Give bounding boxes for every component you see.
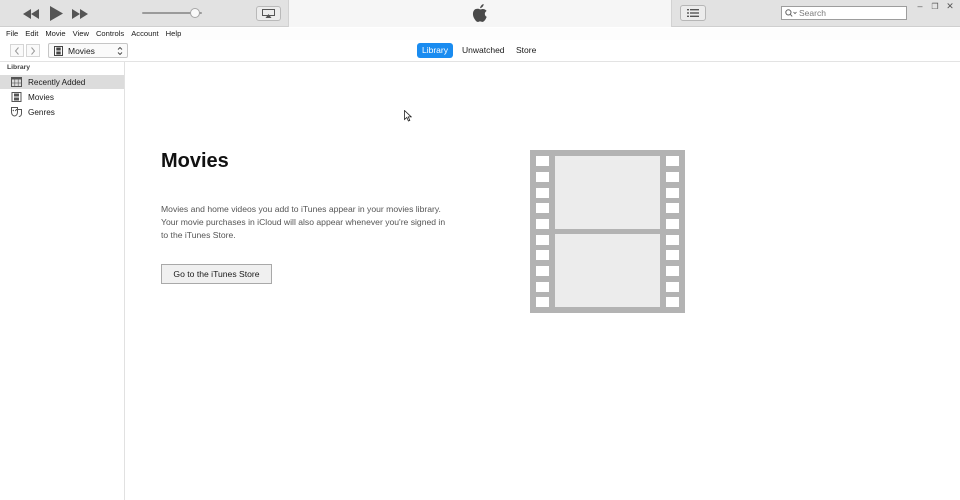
- menu-edit[interactable]: Edit: [25, 28, 38, 40]
- volume-slider-knob[interactable]: [189, 8, 200, 18]
- apple-logo-icon: [472, 4, 487, 22]
- sidebar-item-label: Genres: [28, 107, 55, 117]
- media-kind-label: Movies: [68, 45, 95, 56]
- go-to-itunes-store-button[interactable]: Go to the iTunes Store: [161, 264, 272, 284]
- close-icon: ✕: [946, 0, 954, 11]
- minimize-icon: –: [917, 1, 923, 11]
- menu-view[interactable]: View: [73, 28, 89, 40]
- rewind-icon: [23, 8, 39, 19]
- fast-forward-icon: [72, 8, 88, 19]
- sidebar-item-recently-added[interactable]: Recently Added: [0, 75, 124, 89]
- play-icon: [49, 6, 63, 21]
- play-button[interactable]: [48, 5, 64, 22]
- tab-store[interactable]: Store: [511, 43, 541, 58]
- sidebar-heading: Library: [7, 64, 31, 71]
- tab-library[interactable]: Library: [417, 43, 453, 58]
- list-view-icon: [687, 9, 699, 17]
- player-toolbar: – ❐ ✕: [0, 0, 960, 27]
- rewind-button[interactable]: [22, 5, 40, 22]
- page-description: Movies and home videos you add to iTunes…: [161, 204, 446, 240]
- select-arrows-icon: [117, 46, 123, 56]
- sidebar: Library Recently Added Movies Genres: [0, 62, 125, 500]
- up-next-list-button[interactable]: [680, 5, 706, 21]
- airplay-button[interactable]: [256, 6, 281, 21]
- forward-button[interactable]: [26, 44, 40, 57]
- menu-movie[interactable]: Movie: [45, 28, 65, 40]
- close-button[interactable]: ✕: [942, 0, 958, 12]
- mouse-cursor-icon: [404, 110, 412, 122]
- chevron-left-icon: [14, 46, 19, 55]
- menu-help[interactable]: Help: [166, 28, 182, 40]
- menu-controls[interactable]: Controls: [96, 28, 124, 40]
- search-input[interactable]: [799, 7, 899, 19]
- tab-unwatched[interactable]: Unwatched: [457, 43, 510, 58]
- media-kind-selector[interactable]: Movies: [48, 43, 128, 58]
- fast-forward-button[interactable]: [71, 5, 89, 22]
- sidebar-item-movies[interactable]: Movies: [0, 90, 124, 104]
- search-box[interactable]: [781, 6, 907, 20]
- chevron-right-icon: [31, 46, 36, 55]
- back-button[interactable]: [10, 44, 24, 57]
- calendar-grid-icon: [11, 77, 22, 87]
- main-content: Movies Movies and home videos you add to…: [125, 62, 960, 500]
- sidebar-item-label: Recently Added: [28, 77, 86, 87]
- menu-bar: File Edit Movie View Controls Account He…: [0, 28, 960, 40]
- masks-icon: [11, 107, 22, 117]
- film-icon: [54, 45, 63, 56]
- sidebar-item-genres[interactable]: Genres: [0, 105, 124, 119]
- minimize-button[interactable]: –: [912, 0, 928, 12]
- airplay-icon: [262, 9, 275, 18]
- apple-logo: [471, 3, 489, 25]
- menu-account[interactable]: Account: [131, 28, 158, 40]
- page-title: Movies: [161, 150, 229, 172]
- navigation-bar: Movies Library Unwatched Store: [0, 40, 960, 62]
- search-icon: [785, 9, 797, 17]
- sidebar-item-label: Movies: [28, 92, 54, 102]
- restore-button[interactable]: ❐: [927, 0, 943, 12]
- film-icon: [11, 92, 22, 102]
- restore-icon: ❐: [931, 1, 939, 11]
- film-strip-icon: [530, 150, 685, 313]
- menu-file[interactable]: File: [6, 28, 18, 40]
